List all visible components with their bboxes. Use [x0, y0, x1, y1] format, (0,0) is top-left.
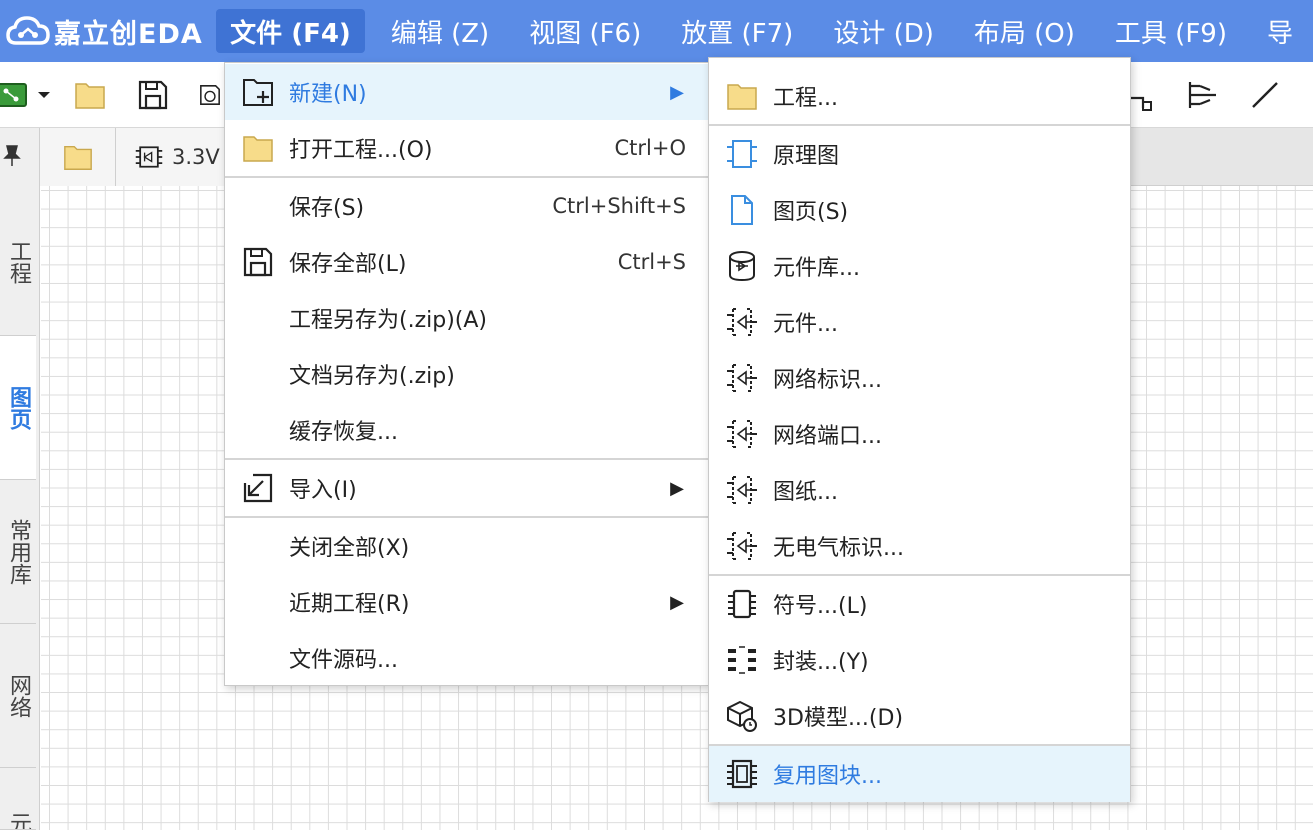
- new-component[interactable]: 元件...: [709, 294, 1130, 350]
- menu-tools[interactable]: 工具 (F9): [1095, 0, 1247, 62]
- menu-view[interactable]: 视图 (F6): [509, 0, 661, 62]
- left-tab-project[interactable]: 工程: [0, 188, 36, 336]
- new-non-electrical-label[interactable]: 无电气标识...: [709, 518, 1130, 574]
- cloud-logo-icon: [6, 16, 50, 45]
- file-menu-save-all[interactable]: 保存全部(L) Ctrl+S: [225, 234, 708, 290]
- left-panel: 工程 图页 常用库 网络 元: [0, 128, 40, 830]
- line-tool-button[interactable]: [1248, 78, 1282, 112]
- new-net-port[interactable]: 网络端口...: [709, 406, 1130, 462]
- component-icon: [725, 305, 759, 339]
- file-menu-save[interactable]: 保存(S) Ctrl+Shift+S: [225, 178, 708, 234]
- left-tab-pages[interactable]: 图页: [0, 336, 36, 480]
- component-icon: [725, 361, 759, 395]
- folder-icon: [75, 83, 105, 109]
- file-menu-close-all[interactable]: 关闭全部(X): [225, 518, 708, 574]
- clock-save-icon: [200, 85, 220, 105]
- menu-layout[interactable]: 布局 (O): [954, 0, 1095, 62]
- pcb-new-dropdown-button[interactable]: [0, 78, 52, 112]
- new-drawing-sheet[interactable]: 图纸...: [709, 462, 1130, 518]
- import-icon: [241, 471, 275, 505]
- tab-project-folder[interactable]: [40, 128, 116, 186]
- file-menu-dropdown: 新建(N) ▶ 打开工程...(O) Ctrl+O 保存(S) Ctrl+Shi…: [224, 62, 709, 686]
- file-menu-cache-restore[interactable]: 缓存恢复...: [225, 402, 708, 458]
- schematic-page-icon: [135, 146, 163, 168]
- app-logo: 嘉立创EDA: [0, 0, 210, 62]
- file-menu-file-source[interactable]: 文件源码...: [225, 630, 708, 686]
- 3d-model-icon: [725, 699, 759, 733]
- footprint-icon: [725, 643, 759, 677]
- new-project[interactable]: 工程...: [709, 68, 1130, 124]
- file-menu-new[interactable]: 新建(N) ▶: [225, 64, 708, 120]
- folder-icon: [63, 145, 92, 170]
- folder-icon: [241, 131, 275, 165]
- save-icon: [241, 245, 275, 279]
- bus-tool-button[interactable]: [1186, 78, 1220, 112]
- new-component-library[interactable]: 元件库...: [709, 238, 1130, 294]
- save-timer-button[interactable]: [198, 78, 222, 112]
- menu-file[interactable]: 文件 (F4): [216, 9, 365, 53]
- file-menu-recent-projects[interactable]: 近期工程(R) ▶: [225, 574, 708, 630]
- new-footprint[interactable]: 封装...(Y): [709, 632, 1130, 688]
- menu-export[interactable]: 导: [1247, 0, 1313, 62]
- new-3d-model[interactable]: 3D模型...(D): [709, 688, 1130, 744]
- component-icon: [725, 417, 759, 451]
- new-submenu: 工程... 原理图 图页(S) 元件库... 元件... 网络标识... 网络端…: [708, 57, 1131, 802]
- submenu-arrow-icon: ▶: [670, 591, 684, 613]
- save-button[interactable]: [136, 78, 170, 112]
- library-icon: [725, 249, 759, 283]
- component-icon: [725, 529, 759, 563]
- save-icon: [138, 80, 168, 110]
- tab-document-label: 3.3V: [172, 145, 220, 169]
- menu-edit[interactable]: 编辑 (Z): [371, 0, 509, 62]
- schematic-icon: [725, 137, 759, 171]
- new-reuse-block[interactable]: 复用图块...: [709, 746, 1130, 802]
- file-menu-save-project-as[interactable]: 工程另存为(.zip)(A): [225, 290, 708, 346]
- pin-icon[interactable]: [2, 144, 22, 168]
- submenu-arrow-icon: ▶: [670, 81, 684, 103]
- file-menu-open-project[interactable]: 打开工程...(O) Ctrl+O: [225, 120, 708, 176]
- bus-entry-icon: [1188, 82, 1216, 108]
- component-icon: [725, 473, 759, 507]
- pcb-board-icon: [0, 83, 50, 107]
- new-schematic[interactable]: 原理图: [709, 126, 1130, 182]
- menu-design[interactable]: 设计 (D): [813, 0, 954, 62]
- reuse-block-icon: [725, 757, 759, 791]
- submenu-arrow-icon: ▶: [670, 477, 684, 499]
- new-net-label[interactable]: 网络标识...: [709, 350, 1130, 406]
- open-folder-button[interactable]: [73, 78, 107, 112]
- menu-place[interactable]: 放置 (F7): [661, 0, 813, 62]
- menu-bar: 嘉立创EDA 文件 (F4) 编辑 (Z) 视图 (F6) 放置 (F7) 设计…: [0, 0, 1313, 62]
- folder-icon: [725, 79, 759, 113]
- file-menu-save-document-as[interactable]: 文档另存为(.zip): [225, 346, 708, 402]
- new-page[interactable]: 图页(S): [709, 182, 1130, 238]
- page-icon: [725, 193, 759, 227]
- left-tab-components[interactable]: 元: [0, 768, 36, 830]
- line-icon: [1252, 82, 1278, 108]
- left-tab-common-library[interactable]: 常用库: [0, 480, 36, 624]
- app-logo-text: 嘉立创EDA: [54, 18, 203, 50]
- new-symbol[interactable]: 符号...(L): [709, 576, 1130, 632]
- file-menu-import[interactable]: 导入(I) ▶: [225, 460, 708, 516]
- symbol-icon: [725, 587, 759, 621]
- new-folder-icon: [241, 75, 275, 109]
- left-tab-net[interactable]: 网络: [0, 624, 36, 768]
